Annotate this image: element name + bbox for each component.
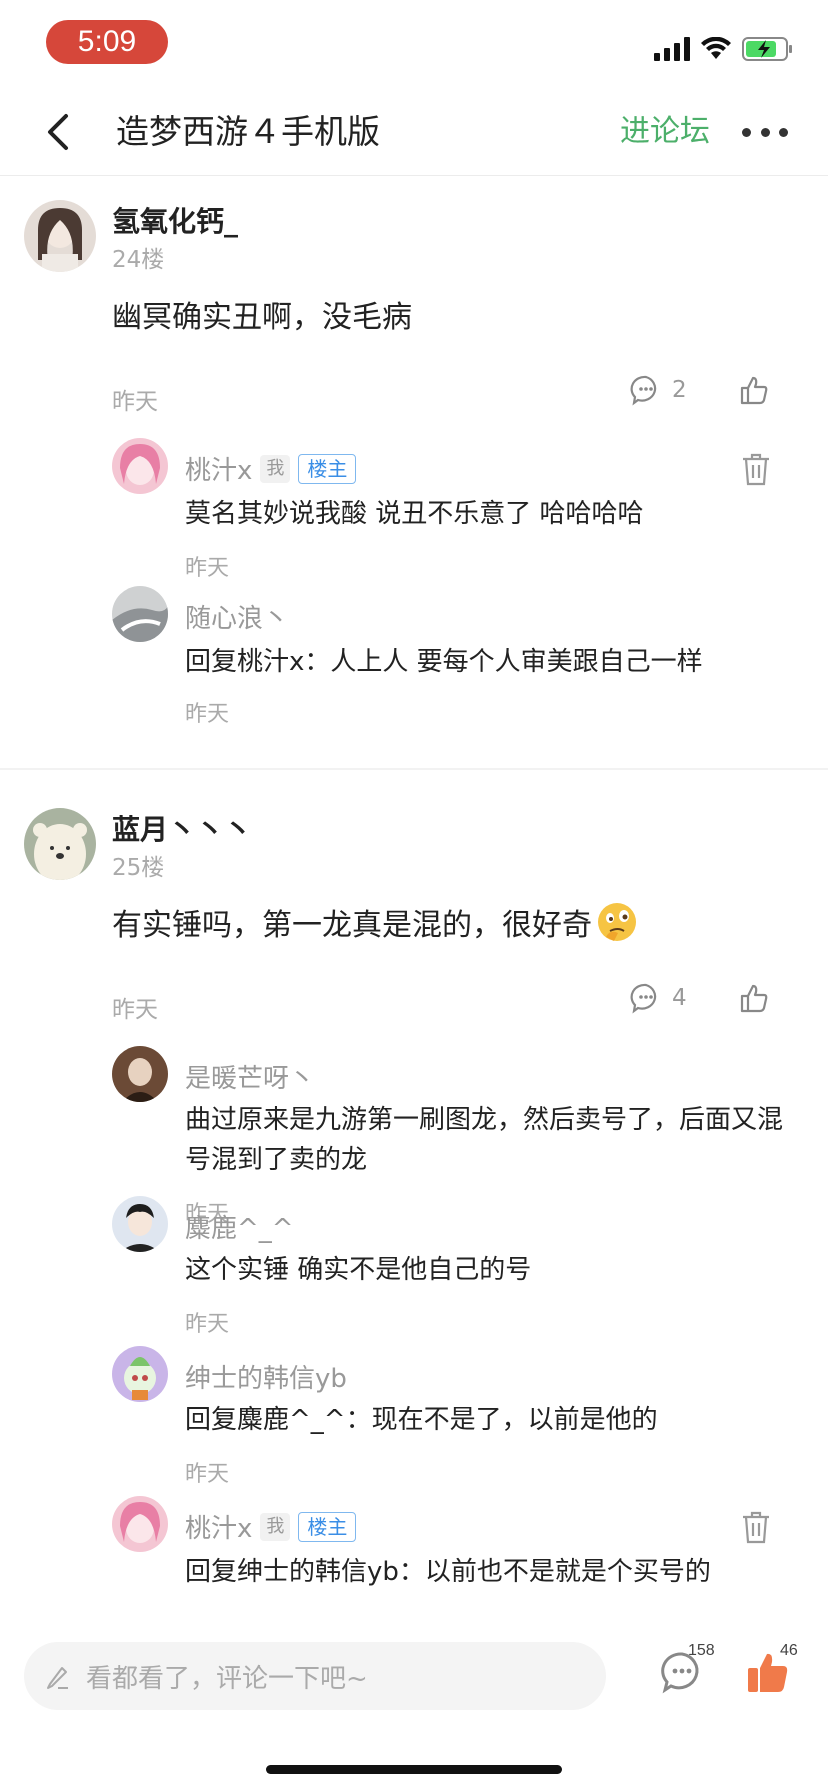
reply-text: 回复桃汁x：人上人 要每个人审美跟自己一样: [185, 647, 703, 677]
reply-author[interactable]: 桃汁x: [185, 1508, 252, 1545]
floor-number: 25楼: [112, 855, 165, 881]
comment-item: 氢氧化钙_ 24楼 幽冥确实丑啊，没毛病 昨天 2 桃汁x 我 楼主 莫名其妙说…: [0, 176, 828, 770]
chevron-left-icon[interactable]: [40, 110, 80, 154]
thumbs-up-icon[interactable]: [738, 374, 770, 406]
reply-time: 昨天: [185, 1312, 230, 1337]
reply-author[interactable]: 绅士的韩信yb: [185, 1358, 347, 1395]
avatar[interactable]: [112, 438, 168, 494]
reply-author-row: 麋鹿^_^: [185, 1208, 294, 1245]
thumbs-up-icon[interactable]: [738, 982, 770, 1014]
status-time: 5:09: [46, 20, 168, 64]
wifi-icon: [701, 37, 731, 59]
reply-text: 莫名其妙说我酸 说丑不乐意了 哈哈哈哈: [185, 499, 644, 529]
bottom-bar: 看都看了，评论一下吧~ 158 46: [0, 1626, 828, 1792]
enter-forum-link[interactable]: 进论坛: [620, 110, 710, 154]
home-indicator: [266, 1765, 562, 1774]
reply-count-button[interactable]: 4: [630, 982, 687, 1014]
avatar[interactable]: [112, 1346, 168, 1402]
avatar[interactable]: [112, 1046, 168, 1102]
status-icons: [654, 34, 794, 64]
comment-item: 蓝月丶丶丶 25楼 有实锤吗，第一龙真是混的，很好奇 昨天 4 是暖芒呀丶 曲过…: [0, 770, 828, 1626]
reply-author[interactable]: 随心浪丶: [185, 598, 289, 635]
comment-bubble-icon: [630, 375, 657, 406]
signal-icon: [654, 37, 690, 61]
thinking-face-icon: [598, 903, 636, 941]
comment-text-row: 有实锤吗，第一龙真是混的，很好奇: [112, 900, 638, 944]
reply-author-row: 桃汁x 我 楼主: [185, 450, 357, 487]
reply-text: 曲过原来是九游第一刷图龙，然后卖号了，后面又混号混到了卖的龙: [185, 1105, 784, 1175]
reply-count: 4: [672, 985, 687, 1011]
avatar[interactable]: [112, 1496, 168, 1552]
comment-time: 昨天: [112, 389, 158, 415]
reply-text: 这个实锤 确实不是他自己的号: [185, 1255, 532, 1285]
status-bar: 5:09: [0, 0, 828, 88]
floor-number: 24楼: [112, 247, 165, 273]
reply-author-row: 是暖芒呀丶: [185, 1058, 315, 1095]
reply-time: 昨天: [185, 1462, 230, 1487]
reply-count-button[interactable]: 2: [630, 374, 687, 406]
more-dots-icon[interactable]: [742, 118, 788, 146]
nav-bar: 造梦西游４手机版 进论坛: [0, 88, 828, 176]
comment-count: 158: [688, 1642, 715, 1659]
reply-author-row: 绅士的韩信yb: [185, 1358, 347, 1395]
reply-time: 昨天: [185, 556, 230, 581]
comment-feed: 氢氧化钙_ 24楼 幽冥确实丑啊，没毛病 昨天 2 桃汁x 我 楼主 莫名其妙说…: [0, 176, 828, 1626]
comment-time: 昨天: [112, 997, 158, 1023]
comment-text: 有实锤吗，第一龙真是混的，很好奇: [112, 908, 592, 943]
trash-icon[interactable]: [740, 1510, 772, 1544]
pencil-icon: [47, 1667, 68, 1689]
comment-text: 幽冥确实丑啊，没毛病: [112, 300, 412, 335]
trash-icon[interactable]: [740, 452, 772, 486]
like-count: 46: [780, 1642, 798, 1659]
reply-author-row: 随心浪丶: [185, 598, 289, 635]
reply-count: 2: [672, 377, 687, 403]
reply-time: 昨天: [185, 702, 230, 727]
page-title: 造梦西游４手机版: [116, 112, 380, 151]
host-badge: 楼主: [298, 1511, 357, 1542]
avatar[interactable]: [112, 586, 168, 642]
me-badge: 我: [260, 1512, 291, 1541]
host-badge: 楼主: [298, 453, 357, 484]
reply-text: 回复麋鹿^_^：现在不是了，以前是他的: [185, 1405, 658, 1435]
comment-author[interactable]: 氢氧化钙_: [112, 200, 238, 240]
avatar[interactable]: [112, 1196, 168, 1252]
reply-author[interactable]: 桃汁x: [185, 450, 252, 487]
battery-charging-icon: [742, 37, 792, 61]
me-badge: 我: [260, 454, 291, 483]
reply-text: 回复绅士的韩信yb：以前也不是就是个买号的: [185, 1557, 711, 1587]
comment-author[interactable]: 蓝月丶丶丶: [112, 808, 252, 848]
reply-author-row: 桃汁x 我 楼主: [185, 1508, 357, 1545]
avatar[interactable]: [24, 808, 96, 880]
avatar[interactable]: [24, 200, 96, 272]
reply-author[interactable]: 麋鹿^_^: [185, 1208, 294, 1245]
comment-placeholder: 看都看了，评论一下吧~: [86, 1663, 368, 1694]
reply-author[interactable]: 是暖芒呀丶: [185, 1058, 315, 1095]
comment-input[interactable]: 看都看了，评论一下吧~: [24, 1642, 606, 1710]
comment-bubble-icon: [630, 983, 657, 1014]
